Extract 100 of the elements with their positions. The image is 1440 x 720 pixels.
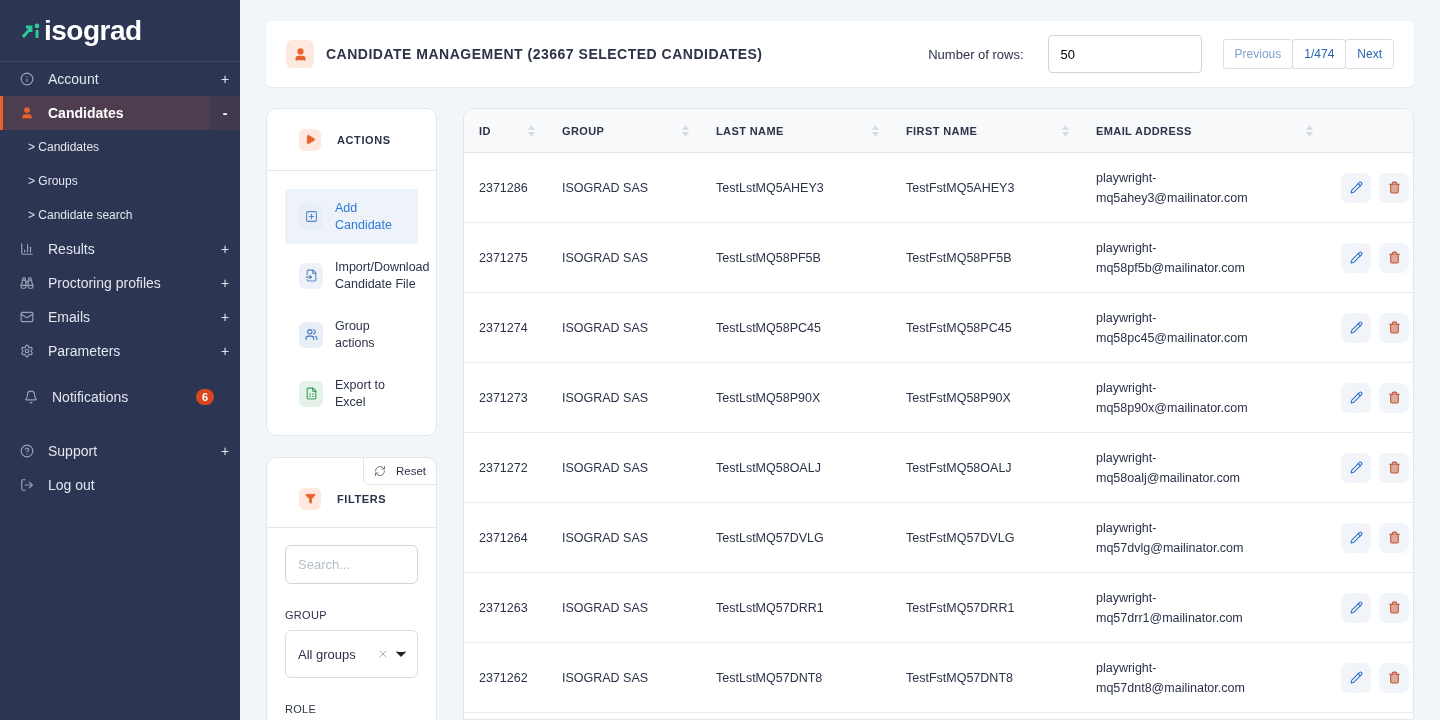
table-cell-text: playwright-mq58pf5b@mailinator.com xyxy=(1095,239,1246,277)
nav-icon xyxy=(20,344,34,358)
logo-icon xyxy=(22,22,40,39)
delete-button[interactable] xyxy=(1379,172,1409,203)
edit-icon xyxy=(1349,531,1363,544)
table-cell-text: ISOGRAD SAS xyxy=(561,389,650,407)
nav-icon xyxy=(20,444,34,458)
nav-subitem[interactable]: > Groups xyxy=(0,164,240,198)
table-cell-text: 2371286 xyxy=(478,179,529,197)
nav-item[interactable]: Log out xyxy=(0,468,240,502)
rows-input[interactable]: 50 xyxy=(1047,35,1202,73)
nav-item[interactable]: Parameters + xyxy=(0,334,240,368)
table-cell-text: ISOGRAD SAS xyxy=(561,179,650,197)
column-header[interactable]: LAST NAME xyxy=(716,124,784,137)
expand-toggle[interactable]: - xyxy=(210,96,240,130)
table-cell-text: playwright-mq57dvlg@mailinator.com xyxy=(1095,519,1245,557)
page-title: CANDIDATE MANAGEMENT (23667 SELECTED CANDIDATES) xyxy=(326,46,764,62)
table-cell-text: TestLstMQ5AHEY3 xyxy=(715,179,825,197)
reset-button[interactable]: Reset xyxy=(362,457,437,485)
action-item[interactable]: Group actions xyxy=(285,307,436,362)
edit-button[interactable] xyxy=(1341,662,1371,693)
table-cell-text: TestLstMQ58P90X xyxy=(715,389,822,407)
delete-button[interactable] xyxy=(1379,592,1409,623)
nav-item[interactable]: Emails + xyxy=(0,300,240,334)
column-header[interactable]: EMAIL ADDRESS xyxy=(1096,124,1192,137)
edit-button[interactable] xyxy=(1341,522,1371,553)
delete-button[interactable] xyxy=(1379,242,1409,273)
clear-icon[interactable] xyxy=(377,648,389,660)
table-cell-text: ISOGRAD SAS xyxy=(561,529,650,547)
expand-toggle[interactable]: + xyxy=(210,266,240,300)
edit-button[interactable] xyxy=(1341,592,1371,623)
pagination-button[interactable]: 1/474 xyxy=(1292,39,1347,69)
table-cell-text: TestLstMQ58PC45 xyxy=(715,319,822,337)
table-cell-text: 2371275 xyxy=(478,249,529,267)
group-select[interactable]: All groups xyxy=(285,630,418,678)
nav-item[interactable]: Proctoring profiles + xyxy=(0,266,240,300)
edit-button[interactable] xyxy=(1341,452,1371,483)
rows-label: Number of rows: xyxy=(928,46,1024,62)
user-icon xyxy=(286,40,314,68)
edit-icon xyxy=(1349,181,1363,194)
nav-icon xyxy=(24,390,38,404)
table-cell-text: playwright-mq58pc45@mailinator.com xyxy=(1095,309,1249,347)
pagination-button[interactable]: Next xyxy=(1345,39,1394,69)
delete-button[interactable] xyxy=(1379,312,1409,343)
expand-toggle[interactable]: + xyxy=(210,434,240,468)
nav-item[interactable]: Account + xyxy=(0,62,240,96)
expand-toggle[interactable]: + xyxy=(210,62,240,96)
table-cell-text: 2371274 xyxy=(478,319,529,337)
nav-subitem[interactable]: > Candidates xyxy=(0,130,240,164)
edit-button[interactable] xyxy=(1341,172,1371,203)
action-item[interactable]: Add Candidate xyxy=(285,189,418,244)
delete-button[interactable] xyxy=(1379,522,1409,553)
edit-icon xyxy=(1349,251,1363,264)
trash-icon xyxy=(1387,461,1401,474)
trash-icon xyxy=(1387,321,1401,334)
nav-icon xyxy=(20,106,34,120)
edit-button[interactable] xyxy=(1341,312,1371,343)
delete-button[interactable] xyxy=(1379,382,1409,413)
nav-item[interactable]: Results + xyxy=(0,232,240,266)
table-cell-text: playwright-mq5ahey3@mailinator.com xyxy=(1095,169,1249,207)
card-title: ACTIONS xyxy=(337,133,391,146)
delete-button[interactable] xyxy=(1379,452,1409,483)
table-cell-text: TestLstMQ57DRR1 xyxy=(715,599,825,617)
edit-button[interactable] xyxy=(1341,382,1371,413)
table-cell-text: 2371264 xyxy=(478,529,529,547)
table-cell-text: TestLstMQ58OALJ xyxy=(715,459,822,477)
column-header[interactable]: FIRST NAME xyxy=(906,124,978,137)
nav-item[interactable]: Support + xyxy=(0,434,240,468)
table-cell-text: TestFstMQ57DRR1 xyxy=(905,599,1016,617)
play-icon xyxy=(299,128,321,151)
nav-item[interactable]: Notifications 6 xyxy=(0,374,240,420)
nav-item[interactable]: Candidates - xyxy=(0,96,240,130)
edit-button[interactable] xyxy=(1341,242,1371,273)
nav-icon xyxy=(20,276,34,290)
table-cell-text: TestLstMQ57DNT8 xyxy=(715,669,824,687)
expand-toggle[interactable]: + xyxy=(210,334,240,368)
field-label: ROLE xyxy=(285,703,318,715)
action-item[interactable]: Import/Download Candidate File xyxy=(285,248,436,303)
column-header[interactable]: GROUP xyxy=(562,124,605,137)
delete-button[interactable] xyxy=(1379,662,1409,693)
table-cell-text: TestFstMQ57DNT8 xyxy=(905,669,1014,687)
table-cell-text: playwright-mq58p90x@mailinator.com xyxy=(1095,379,1249,417)
table-cell-text: ISOGRAD SAS xyxy=(561,249,650,267)
table-cell-text: 2371263 xyxy=(478,599,529,617)
expand-toggle[interactable]: + xyxy=(210,300,240,334)
expand-toggle[interactable]: + xyxy=(210,232,240,266)
users-icon xyxy=(299,321,323,348)
table-cell-text: TestLstMQ57DVLG xyxy=(715,529,825,547)
search-field[interactable]: Search... xyxy=(285,545,418,584)
action-item[interactable]: Export to Excel xyxy=(285,366,436,421)
edit-icon xyxy=(1349,601,1363,614)
nav-icon xyxy=(20,310,34,324)
table-cell-text: ISOGRAD SAS xyxy=(561,669,650,687)
table-cell-text: TestFstMQ58OALJ xyxy=(905,459,1013,477)
table-cell-text: TestFstMQ58PF5B xyxy=(905,249,1013,267)
refresh-icon xyxy=(373,465,386,477)
nav-subitem[interactable]: > Candidate search xyxy=(0,198,240,232)
trash-icon xyxy=(1387,391,1401,404)
column-header[interactable]: ID xyxy=(479,124,491,137)
table-cell-text: ISOGRAD SAS xyxy=(561,319,650,337)
